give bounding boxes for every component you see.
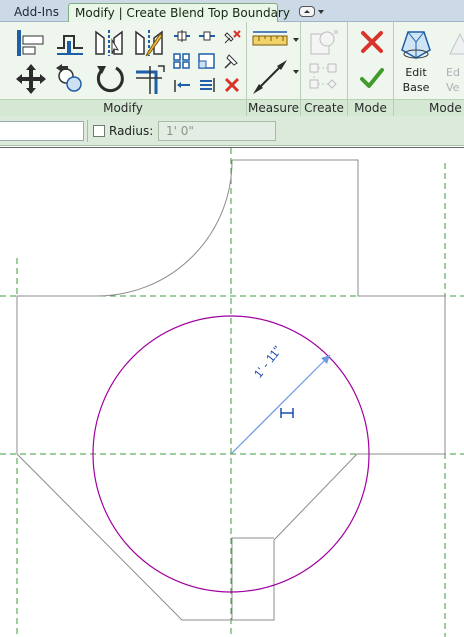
edit-base-button[interactable]: Edit Base [394, 22, 438, 98]
base-boundary-arc[interactable] [96, 159, 233, 297]
measure-panel: Measure [247, 22, 301, 116]
mode-edit-base-panel: Edit Base Ed Ve Mode [394, 22, 464, 116]
measure-panel-label[interactable]: Measure [247, 99, 300, 116]
ribbon-minimize-toggle[interactable] [299, 6, 325, 18]
radius-dimension-line [230, 354, 331, 455]
edit-base-label: Edit Base [394, 65, 438, 95]
modify-panel-label[interactable]: Modify [0, 99, 246, 116]
pin-icon[interactable] [223, 53, 241, 69]
split-with-gap-icon[interactable] [198, 29, 216, 43]
edit-base-icon [400, 28, 432, 62]
rotate-icon[interactable] [94, 62, 126, 96]
delete-icon[interactable] [223, 77, 241, 93]
mode-panel-label[interactable]: Mode [348, 99, 393, 116]
chevron-down-icon [318, 10, 324, 14]
create-panel-label[interactable]: Create [301, 99, 347, 116]
copy-icon[interactable] [54, 62, 86, 96]
align-icon[interactable] [14, 28, 48, 58]
trim-extend-multiple-icon[interactable] [198, 77, 216, 93]
edit-vertices-label: Ed Ve [446, 66, 460, 94]
radius-label: Radius: [109, 124, 154, 138]
trim-extend-corner-icon[interactable] [134, 62, 166, 96]
ribbon-tab-bar: Add-Ins Modify | Create Blend Top Bounda… [0, 0, 464, 22]
create-panel: Create [301, 22, 348, 116]
unpin-icon[interactable] [223, 29, 241, 45]
cancel-edit-mode-icon[interactable] [359, 30, 385, 54]
offset-icon[interactable] [54, 28, 86, 58]
modify-panel: Modify [0, 22, 247, 116]
radius-input[interactable]: 1' 0" [158, 121, 276, 141]
ribbon: Modify Measure Create Mode Edit Base Ed … [0, 22, 464, 116]
trim-extend-single-icon[interactable] [173, 77, 191, 93]
radius-checkbox[interactable] [93, 125, 105, 137]
tab-modify-create-blend-top-boundary[interactable]: Modify | Create Blend Top Boundary [68, 3, 290, 22]
edit-vertices-button[interactable]: Ed Ve [440, 22, 464, 98]
sketch-drawing [0, 148, 464, 637]
options-bar: Radius: 1' 0" [0, 116, 464, 146]
array-icon[interactable] [173, 53, 191, 69]
drawing-canvas[interactable]: 1' - 11" [0, 147, 464, 637]
mode2-panel-label[interactable]: Mode [394, 99, 464, 116]
edit-base-label-line2: Base [402, 81, 430, 94]
mirror-pick-axis-icon[interactable] [94, 28, 124, 58]
tab-add-ins[interactable]: Add-Ins [8, 3, 65, 22]
options-bar-separator [87, 120, 88, 142]
base-boundary-notch[interactable] [231, 537, 274, 620]
minimize-ribbon-icon [299, 6, 315, 17]
measure-between-references-icon[interactable] [251, 28, 299, 52]
split-element-icon[interactable] [173, 29, 191, 43]
mode-panel: Mode [348, 22, 394, 116]
edit-vertices-icon [446, 30, 464, 60]
create-similar-icon [308, 28, 340, 58]
mirror-draw-axis-icon[interactable] [134, 28, 164, 58]
dimension-grip-icon[interactable] [280, 408, 294, 418]
radius-dimension[interactable] [230, 354, 331, 455]
create-group-icon [308, 62, 340, 92]
move-icon[interactable] [14, 62, 48, 96]
aligned-dimension-icon[interactable] [251, 60, 299, 94]
options-bar-field[interactable] [0, 121, 84, 141]
finish-edit-mode-icon[interactable] [359, 66, 385, 90]
scale-icon[interactable] [198, 53, 216, 69]
edit-base-label-line1: Edit [405, 66, 427, 79]
